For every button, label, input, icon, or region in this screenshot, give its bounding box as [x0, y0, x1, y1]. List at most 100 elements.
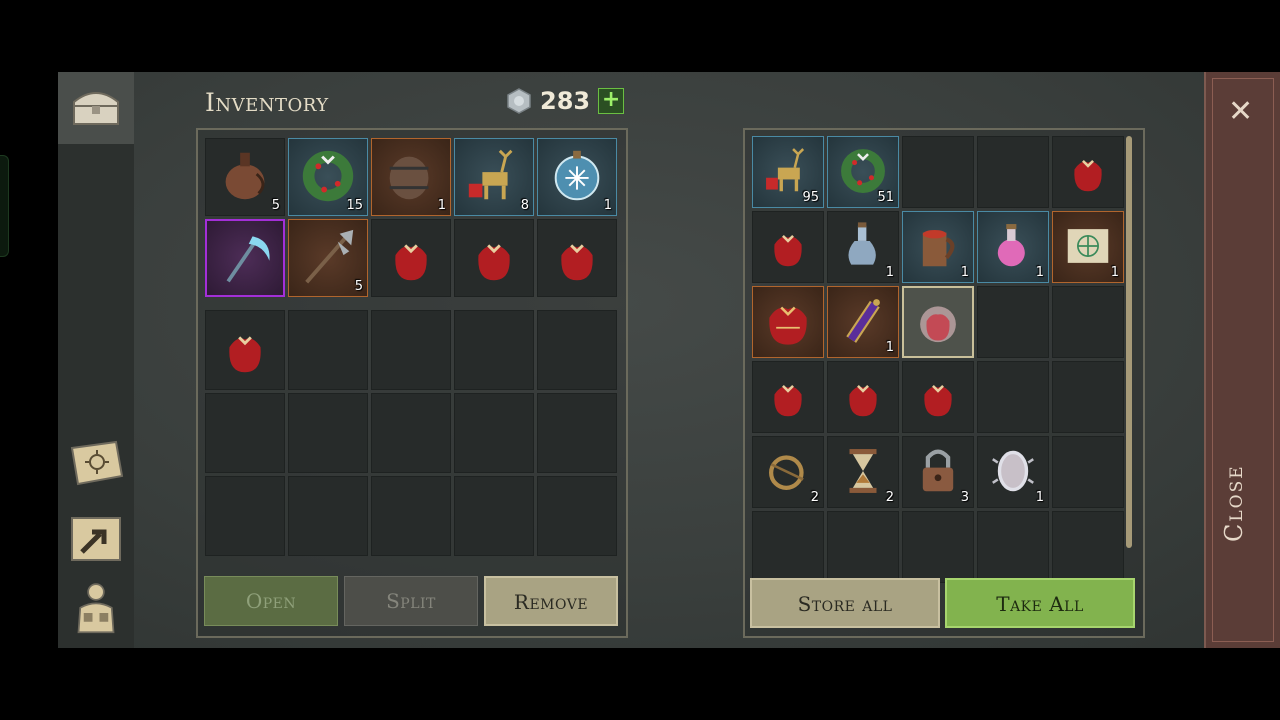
item-count: 2	[810, 490, 819, 505]
storage-slot-empty[interactable]	[1052, 436, 1124, 508]
inventory-slot-empty[interactable]	[288, 476, 368, 556]
ring-brooch-icon	[769, 455, 804, 490]
inventory-slot-gift-sack[interactable]	[537, 219, 617, 297]
storage-slot-empty[interactable]	[977, 286, 1049, 358]
storage-slot-gift-sack[interactable]	[752, 211, 824, 283]
inventory-slot-empty[interactable]	[371, 476, 451, 556]
inventory-slot-empty[interactable]	[537, 310, 617, 390]
close-icon[interactable]: ✕	[1228, 94, 1253, 129]
storage-slot-magic-elixir[interactable]: 1	[827, 286, 899, 358]
gift-sack-icon	[774, 384, 802, 417]
inventory-slot-halberd[interactable]: 5	[288, 219, 368, 297]
inventory-bag-grid	[205, 310, 617, 556]
inventory-slot-empty[interactable]	[288, 310, 368, 390]
inventory-slot-empty[interactable]	[288, 393, 368, 473]
storage-slot-gift-sack[interactable]	[1052, 136, 1124, 208]
storage-slot-hourglass[interactable]: 2	[827, 436, 899, 508]
store-all-button[interactable]: Store all	[750, 578, 940, 628]
storage-slot-empty[interactable]	[752, 511, 824, 583]
inventory-slot-flask[interactable]: 5	[205, 138, 285, 216]
storage-slot-empty[interactable]	[902, 136, 974, 208]
storage-slot-wooden-mug[interactable]: 1	[902, 211, 974, 283]
item-count: 3	[960, 490, 969, 505]
rail-active-tab[interactable]	[58, 72, 134, 144]
add-currency-button[interactable]: +	[598, 88, 625, 114]
inventory-slot-empty[interactable]	[371, 393, 451, 473]
split-button[interactable]: Split	[344, 576, 478, 626]
inventory-slot-empty[interactable]	[205, 393, 285, 473]
inventory-slot-gift-sack[interactable]	[371, 219, 451, 297]
inventory-slot-empty[interactable]	[454, 310, 534, 390]
storage-slot-empty[interactable]	[977, 361, 1049, 433]
open-button[interactable]: Open	[204, 576, 338, 626]
storage-grid: 95 51 1 1 1 1 1 2 2 3 1	[752, 136, 1124, 583]
storage-slot-empty[interactable]	[977, 136, 1049, 208]
remove-button[interactable]: Remove	[484, 576, 618, 626]
gift-sack-icon	[229, 336, 261, 373]
inventory-slot-holly-wreath[interactable]: 15	[288, 138, 368, 216]
storage-slot-mirror[interactable]: 1	[977, 436, 1049, 508]
item-count: 15	[346, 198, 363, 213]
inventory-slot-reindeer-figure[interactable]: 8	[454, 138, 534, 216]
inventory-slot-empty[interactable]	[454, 476, 534, 556]
storage-slot-potion-bottle[interactable]: 1	[827, 211, 899, 283]
halberd-icon	[305, 229, 354, 284]
storage-slot-empty[interactable]	[902, 511, 974, 583]
inventory-slot-ice-scythe[interactable]	[205, 219, 285, 297]
storage-slot-padlock[interactable]: 3	[902, 436, 974, 508]
map-arrow-icon[interactable]	[64, 510, 128, 566]
close-panel[interactable]: ✕ Close	[1204, 72, 1280, 648]
storage-slot-gift-sack[interactable]	[752, 361, 824, 433]
storage-slot-empty[interactable]	[1052, 286, 1124, 358]
gift-sack-icon	[478, 244, 510, 281]
character-icon[interactable]	[64, 578, 128, 634]
take-all-button[interactable]: Take All	[945, 578, 1135, 628]
barrel-icon	[389, 156, 429, 200]
hourglass-icon	[849, 449, 877, 493]
storage-slot-reindeer-figure[interactable]: 95	[752, 136, 824, 208]
currency-display: 283 +	[506, 87, 625, 115]
item-count: 1	[603, 198, 612, 213]
mirror-icon	[992, 450, 1034, 492]
rune-scroll-icon	[1067, 229, 1109, 263]
inventory-slot-empty[interactable]	[205, 476, 285, 556]
item-count: 1	[1035, 490, 1044, 505]
pink-potion-icon	[997, 224, 1025, 267]
storage-slot-empty[interactable]	[827, 511, 899, 583]
storage-scrollbar[interactable]	[1126, 136, 1132, 548]
storage-slot-large-gift-sack[interactable]	[752, 286, 824, 358]
inventory-slot-empty[interactable]	[537, 393, 617, 473]
storage-slot-gift-sack[interactable]	[902, 361, 974, 433]
close-label: Close	[1220, 464, 1248, 542]
storage-slot-empty[interactable]	[977, 511, 1049, 583]
gift-sack-icon	[774, 234, 802, 267]
wooden-mug-icon	[922, 229, 955, 267]
item-count: 5	[354, 279, 363, 294]
storage-slot-gift-sack[interactable]	[827, 361, 899, 433]
storage-slot-rune-scroll[interactable]: 1	[1052, 211, 1124, 283]
inventory-slot-gift-sack[interactable]	[454, 219, 534, 297]
inventory-equipped-grid: 5 15 1 8 1 5	[205, 138, 617, 297]
inventory-slot-barrel[interactable]: 1	[371, 138, 451, 216]
inventory-title: Inventory	[205, 88, 329, 117]
glowing-sack-icon	[920, 306, 956, 343]
inventory-slot-gift-sack[interactable]	[205, 310, 285, 390]
inventory-slot-empty[interactable]	[371, 310, 451, 390]
storage-slot-empty[interactable]	[1052, 511, 1124, 583]
gift-sack-icon	[395, 244, 427, 281]
padlock-icon	[922, 449, 954, 492]
storage-slot-empty[interactable]	[1052, 361, 1124, 433]
large-gift-sack-icon	[769, 306, 807, 345]
item-count: 1	[437, 198, 446, 213]
storage-slot-ring-brooch[interactable]: 2	[752, 436, 824, 508]
reindeer-figure-icon	[468, 149, 513, 200]
storage-slot-pink-potion[interactable]: 1	[977, 211, 1049, 283]
storage-slot-glowing-sack[interactable]	[902, 286, 974, 358]
journal-sun-icon[interactable]	[64, 434, 128, 490]
inventory-slot-empty[interactable]	[454, 393, 534, 473]
magic-elixir-icon	[846, 299, 880, 343]
inventory-slot-empty[interactable]	[537, 476, 617, 556]
inventory-slot-snow-globe[interactable]: 1	[537, 138, 617, 216]
item-count: 1	[1035, 265, 1044, 280]
storage-slot-holly-wreath[interactable]: 51	[827, 136, 899, 208]
